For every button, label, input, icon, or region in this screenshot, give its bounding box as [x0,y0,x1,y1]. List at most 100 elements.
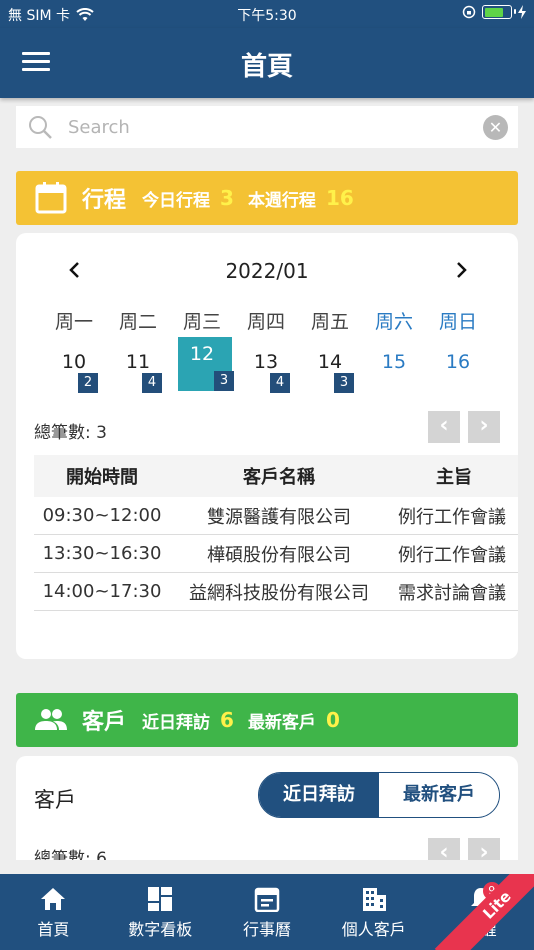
tab-label: 行事曆 [242,920,291,939]
schedule-pager: ‹ › [428,411,500,443]
recent-visits-count: 6 [220,708,234,732]
search-input[interactable] [68,112,468,142]
segment-new-customers[interactable]: 最新客戶 [379,773,499,817]
tab-label: 數字看板 [128,920,193,939]
calendar-day[interactable]: 16 [426,337,490,393]
clear-search-icon[interactable]: ✕ [483,115,508,140]
weekday-label: 周三 [182,311,221,333]
dashboard-icon [148,887,173,911]
day-number: 13 [253,351,279,373]
search-bar: ✕ [16,106,518,148]
next-page-icon[interactable]: › [468,411,500,443]
charging-icon [518,5,526,19]
app-header: 首頁 [0,28,534,98]
calendar-icon [254,887,280,912]
new-customers-count: 0 [325,708,340,732]
column-header: 客戶名稱 [243,467,315,488]
prev-page-icon[interactable]: ‹ [428,838,460,860]
weekday-label: 周五 [310,311,349,333]
table-row[interactable]: 14:00~17:30 益網科技股份有限公司 需求討論會議 [34,573,518,611]
segment-recent-visits[interactable]: 近日拜訪 [259,773,379,817]
weekday-label: 周四 [246,311,285,333]
day-event-count-badge: 4 [142,373,162,393]
weekday-label: 周二 [118,311,157,333]
bottom-tab-bar: 首頁 數字看板 行事曆 個人客戶 Lite [0,874,534,950]
tab-label: 首頁 [37,920,70,939]
calendar-day[interactable]: 13 4 [234,337,298,393]
customer-banner[interactable]: 客戶 近日拜訪 6 最新客戶 0 [16,693,518,747]
start-time-cell: 09:30~12:00 [42,505,162,526]
tab-calendar[interactable]: 行事曆 [214,874,321,950]
today-schedule-count: 3 [220,186,234,210]
day-number: 11 [125,351,151,373]
next-page-icon[interactable]: › [468,838,500,860]
status-bar: 無 SIM 卡 下午5:30 [0,0,534,28]
column-header: 開始時間 [66,467,138,488]
day-event-count-badge: 2 [78,373,98,393]
table-header: 開始時間 客戶名稱 主旨 [34,455,518,497]
day-number: 14 [317,351,343,373]
weekday-label: 周日 [438,311,477,333]
people-icon [35,709,67,730]
schedule-title: 行程 [82,188,127,213]
day-event-count-badge: 3 [214,371,234,391]
customer-title: 客戶 [82,710,127,735]
start-time-cell: 14:00~17:30 [42,581,162,602]
week-schedule-count: 16 [325,186,354,210]
column-header: 主旨 [436,467,472,488]
calendar-icon [35,182,67,214]
customer-name-cell: 雙源醫護有限公司 [207,506,351,528]
customer-card: 客戶 近日拜訪 最新客戶 總筆數: 6 ‹ › [16,756,518,860]
table-row[interactable]: 09:30~12:00 雙源醫護有限公司 例行工作會議 [34,497,518,535]
search-icon [29,116,52,139]
calendar-day-selected[interactable]: 12 3 [170,337,234,393]
day-event-count-badge: 3 [334,373,354,393]
week-days: 10 2 11 4 12 3 13 4 14 3 15 16 [42,337,490,393]
subject-cell: 需求討論會議 [398,582,506,604]
table-row[interactable]: 13:30~16:30 樺碩股份有限公司 例行工作會議 [34,535,518,573]
calendar-day[interactable]: 14 3 [298,337,362,393]
week-schedule-label: 本週行程 [247,190,316,211]
calendar-day[interactable]: 15 [362,337,426,393]
customer-card-title: 客戶 [34,788,76,812]
customer-total-count: 總筆數: 6 [34,849,107,860]
next-week-icon[interactable] [452,261,470,279]
calendar-month: 2022/01 [225,259,309,283]
subject-cell: 例行工作會議 [398,506,506,528]
tab-home[interactable]: 首頁 [0,874,107,950]
day-event-count-badge: 4 [270,373,290,393]
prev-page-icon[interactable]: ‹ [428,411,460,443]
customer-name-cell: 樺碩股份有限公司 [207,544,351,566]
status-time: 下午5:30 [237,8,297,24]
calendar-day[interactable]: 11 4 [106,337,170,393]
orientation-lock-icon [462,5,476,19]
day-number: 15 [381,351,407,373]
new-customers-label: 最新客戶 [247,712,316,733]
calendar-day[interactable]: 10 2 [42,337,106,393]
calendar-card: 2022/01 周一 周二 周三 周四 周五 周六 周日 10 2 11 4 1… [16,233,518,659]
home-icon [41,888,66,910]
weekday-label: 周六 [374,311,413,333]
page-title: 首頁 [240,52,293,82]
customer-filter-segment: 近日拜訪 最新客戶 [258,772,500,818]
customer-pager: ‹ › [428,838,500,860]
customer-name-cell: 益網科技股份有限公司 [189,582,369,604]
day-number: 10 [61,351,87,373]
tab-reminders[interactable]: 提醒 9 Lite [427,874,534,950]
start-time-cell: 13:30~16:30 [42,543,162,564]
weekday-label: 周一 [54,311,93,333]
schedule-total-count: 總筆數: 3 [34,423,107,443]
weekday-header: 周一 周二 周三 周四 周五 周六 周日 [42,307,490,334]
tab-dashboard[interactable]: 數字看板 [107,874,214,950]
today-schedule-label: 今日行程 [142,190,211,211]
building-icon [362,888,386,911]
recent-visits-label: 近日拜訪 [142,712,211,733]
day-number: 12 [189,343,215,365]
battery-icon [482,5,516,19]
subject-cell: 例行工作會議 [398,544,506,566]
schedule-banner[interactable]: 行程 今日行程 3 本週行程 16 [16,171,518,225]
schedule-table: 開始時間 客戶名稱 主旨 09:30~12:00 雙源醫護有限公司 例行工作會議… [34,455,518,611]
tab-customers[interactable]: 個人客戶 [320,874,427,950]
tab-label: 個人客戶 [341,920,406,939]
day-number: 16 [445,351,471,373]
